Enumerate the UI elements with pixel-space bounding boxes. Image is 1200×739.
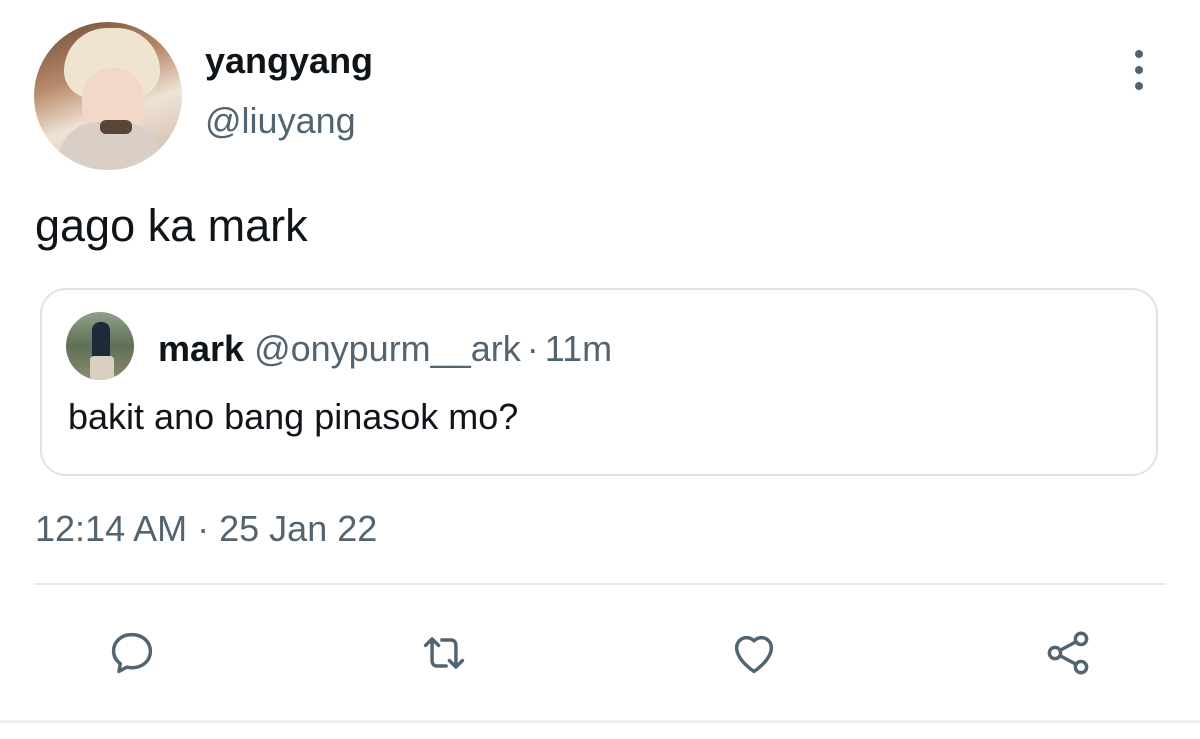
timestamp-time: 12:14 AM [35,508,188,549]
more-options-icon[interactable] [1122,50,1156,90]
quoted-tweet-header: mark @onypurm__ark · 11m [158,328,612,370]
quoted-author-avatar [66,312,134,380]
reply-button[interactable] [104,625,160,681]
bottom-border [0,720,1200,723]
timestamp-date: 25 Jan 22 [219,508,378,549]
author-avatar[interactable] [34,22,182,170]
more-dot [1135,82,1143,90]
more-dot [1135,50,1143,58]
tweet-detail: yangyang @liuyang gago ka mark mark @onyp… [0,0,1200,739]
quoted-time-ago: 11m [544,328,613,369]
more-dot [1135,66,1143,74]
author-display-name[interactable]: yangyang [205,40,373,82]
quoted-tweet-card[interactable]: mark @onypurm__ark · 11m bakit ano bang pin… [40,288,1158,476]
quoted-author-name: mark [158,328,245,369]
reply-icon [111,632,153,674]
divider [34,583,1166,585]
author-handle[interactable]: @liuyang [205,100,356,142]
quoted-author-handle: @onypurm__ark [254,328,521,369]
avatar-pants [90,356,114,380]
avatar-snack [100,120,132,134]
share-icon [1047,631,1089,675]
header-separator: · [526,328,539,369]
retweet-button[interactable] [416,625,472,681]
tweet-text: gago ka mark [35,200,308,251]
share-button[interactable] [1040,625,1096,681]
retweet-icon [423,637,465,669]
heart-icon [734,635,774,674]
quoted-tweet-text: bakit ano bang pinasok mo? [68,396,519,437]
timestamp-separator: · [197,508,210,549]
like-button[interactable] [726,625,782,681]
action-bar [0,625,1200,681]
tweet-timestamp[interactable]: 12:14 AM · 25 Jan 22 [35,508,377,550]
